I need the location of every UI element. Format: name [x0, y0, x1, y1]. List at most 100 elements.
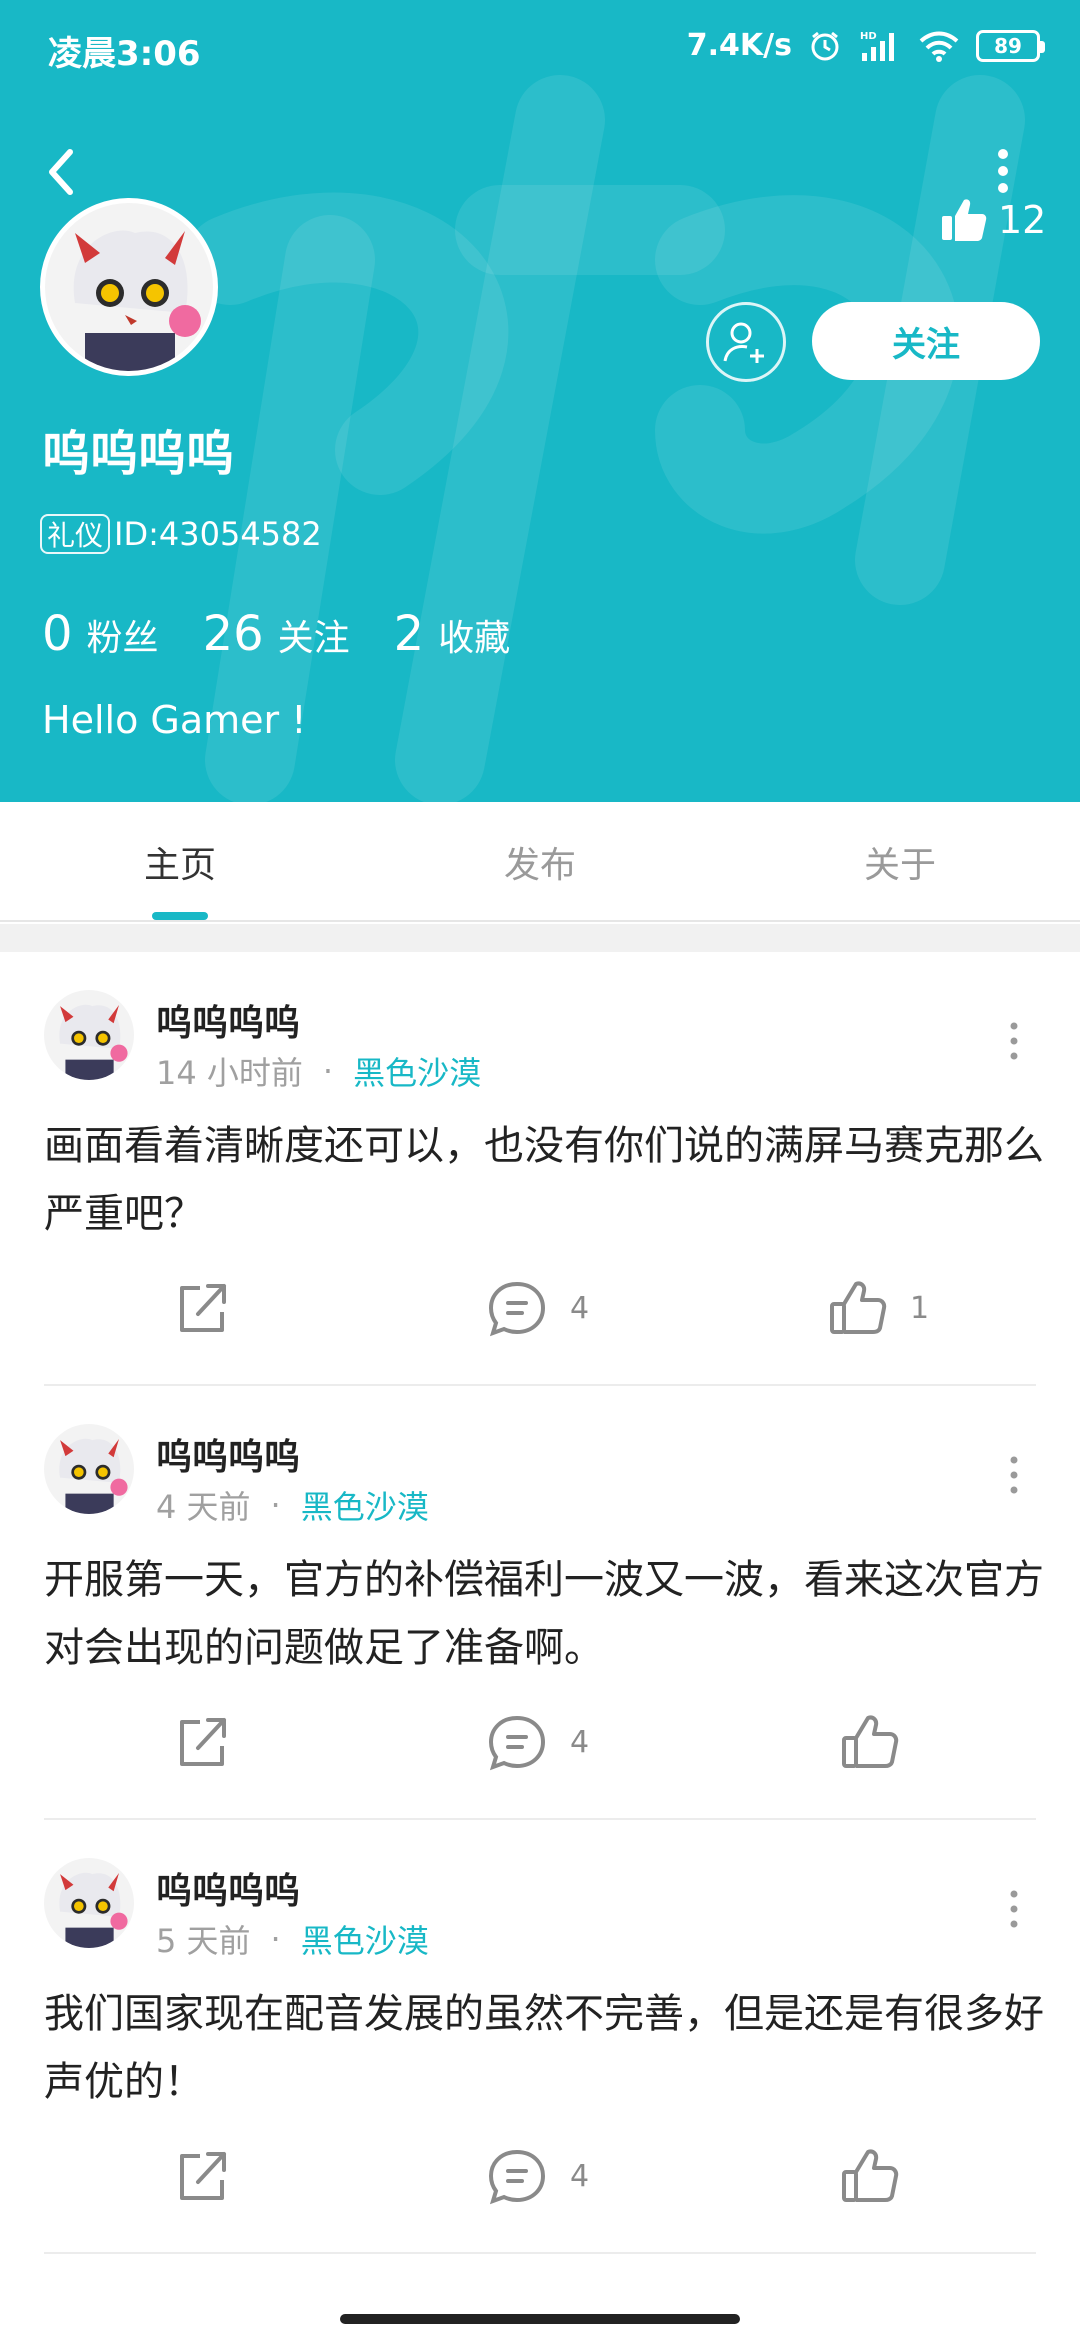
comment-icon — [488, 2149, 546, 2205]
post-meta: 4 天前 · 黑色沙漠 — [156, 1482, 429, 1528]
stat-favorites-number: 2 — [393, 606, 425, 662]
profile-id-row: 礼仪 ID:43054582 — [40, 514, 322, 554]
stat-fans-number: 0 — [42, 606, 73, 662]
tab-posts[interactable]: 发布 — [360, 802, 720, 922]
more-icon — [1010, 1022, 1018, 1060]
more-button[interactable] — [986, 146, 1020, 196]
more-icon — [998, 149, 1008, 193]
stat-following-label: 关注 — [277, 618, 350, 659]
add-friend-icon — [723, 322, 764, 363]
post-card[interactable]: 呜呜呜呜 5 天前 · 黑色沙漠 我们国家现在配音发展的虽然不完善，但是还是有很… — [0, 1820, 1080, 2254]
net-speed: 7.4K/s — [686, 28, 792, 63]
like-icon — [842, 1715, 899, 1768]
avatar[interactable] — [40, 198, 218, 376]
meta-separator: · — [322, 1052, 334, 1090]
comment-count: 4 — [570, 1724, 590, 1760]
profile-tabs: 主页 发布 关于 — [0, 802, 1080, 922]
alarm-icon — [808, 29, 842, 63]
stat-following[interactable]: 26 关注 — [203, 606, 350, 662]
post-text[interactable]: 画面看着清晰度还可以，也没有你们说的满屏马赛克那么严重吧？ — [44, 1112, 1044, 1248]
tab-home[interactable]: 主页 — [0, 802, 360, 922]
home-indicator[interactable] — [340, 2314, 740, 2324]
tab-indicator — [152, 912, 208, 920]
post-actions: 4 — [0, 2146, 1080, 2216]
meta-separator: · — [270, 1920, 281, 1958]
post-actions: 4 — [0, 1712, 1080, 1782]
user-tag-badge[interactable]: 礼仪 — [40, 514, 111, 554]
meta-separator: · — [270, 1486, 281, 1524]
like-button[interactable] — [840, 2146, 922, 2206]
status-bar: 凌晨3:06 7.4K/s HD 89 — [0, 0, 1080, 96]
comment-icon — [488, 1281, 546, 1337]
profile-username: 呜呜呜呜 — [42, 426, 235, 482]
back-button[interactable] — [36, 140, 88, 204]
more-icon — [1010, 1456, 1018, 1494]
post-more-button[interactable] — [1004, 1016, 1024, 1066]
signal-icon: HD — [858, 29, 902, 63]
post-time: 4 天前 — [156, 1488, 251, 1526]
user-id: ID:43054582 — [114, 515, 322, 553]
battery-icon: 89 — [976, 29, 1045, 62]
post-avatar[interactable] — [44, 990, 134, 1080]
share-button[interactable] — [172, 2146, 232, 2206]
section-gap — [0, 924, 1080, 952]
stat-fans[interactable]: 0 粉丝 — [42, 606, 159, 662]
like-button[interactable] — [840, 1712, 922, 1772]
thumbs-up-icon — [942, 199, 987, 241]
post-game-link[interactable]: 黑色沙漠 — [301, 1482, 429, 1528]
post-author[interactable]: 呜呜呜呜 — [156, 1862, 300, 1914]
profile-stats: 0 粉丝 26 关注 2 收藏 — [42, 606, 554, 662]
like-icon — [830, 1281, 887, 1334]
likes-count: 12 — [998, 198, 1047, 242]
add-friend-button[interactable] — [706, 302, 786, 382]
post-more-button[interactable] — [1004, 1450, 1024, 1500]
profile-likes[interactable]: 12 — [940, 196, 1046, 244]
post-author[interactable]: 呜呜呜呜 — [156, 1428, 300, 1480]
comment-icon — [488, 1715, 546, 1771]
comment-button[interactable]: 4 — [486, 1712, 589, 1772]
profile-header: 凌晨3:06 7.4K/s HD 89 12 关注 呜呜呜呜 礼仪 ID:430… — [0, 0, 1080, 802]
post-divider — [44, 2252, 1036, 2254]
comment-count: 4 — [570, 2158, 590, 2194]
post-text[interactable]: 开服第一天，官方的补偿福利一波又一波，看来这次官方对会出现的问题做足了准备啊。 — [44, 1546, 1044, 1682]
tab-about[interactable]: 关于 — [720, 802, 1080, 922]
comment-count: 4 — [570, 1290, 590, 1326]
avatar-image — [45, 203, 213, 371]
back-icon — [49, 149, 73, 195]
post-avatar-image — [44, 1424, 134, 1514]
stat-favorites[interactable]: 2 收藏 — [394, 606, 511, 662]
post-actions: 4 1 — [0, 1278, 1080, 1348]
status-time: 凌晨3:06 — [48, 34, 201, 74]
post-avatar[interactable] — [44, 1424, 134, 1514]
stat-fans-label: 粉丝 — [86, 618, 159, 659]
stat-following-number: 26 — [202, 606, 264, 662]
post-more-button[interactable] — [1004, 1884, 1024, 1934]
post-meta: 14 小时前 · 黑色沙漠 — [156, 1048, 481, 1094]
hd-label: HD — [860, 31, 877, 42]
follow-button[interactable]: 关注 — [812, 302, 1040, 380]
share-icon — [180, 2152, 226, 2200]
post-game-link[interactable]: 黑色沙漠 — [353, 1048, 481, 1094]
share-button[interactable] — [172, 1278, 232, 1338]
post-avatar-image — [44, 990, 134, 1080]
comment-button[interactable]: 4 — [486, 1278, 589, 1338]
post-text[interactable]: 我们国家现在配音发展的虽然不完善，但是还是有很多好声优的！ — [44, 1980, 1044, 2116]
post-author[interactable]: 呜呜呜呜 — [156, 994, 300, 1046]
comment-button[interactable]: 4 — [486, 2146, 589, 2206]
profile-bio: Hello Gamer ! — [42, 698, 307, 742]
stat-favorites-label: 收藏 — [438, 618, 511, 659]
post-game-link[interactable]: 黑色沙漠 — [301, 1916, 429, 1962]
wifi-icon — [918, 29, 960, 63]
battery-level: 89 — [994, 33, 1022, 58]
post-avatar[interactable] — [44, 1858, 134, 1948]
post-card[interactable]: 呜呜呜呜 4 天前 · 黑色沙漠 开服第一天，官方的补偿福利一波又一波，看来这次… — [0, 1386, 1080, 1820]
post-time: 5 天前 — [156, 1922, 251, 1960]
watermark-logo — [185, 75, 1025, 802]
like-button[interactable]: 1 — [828, 1278, 929, 1338]
post-card[interactable]: 呜呜呜呜 14 小时前 · 黑色沙漠 画面看着清晰度还可以，也没有你们说的满屏马… — [0, 952, 1080, 1386]
share-icon — [180, 1718, 226, 1766]
like-count: 1 — [910, 1290, 930, 1326]
like-icon — [842, 2149, 899, 2202]
share-button[interactable] — [172, 1712, 232, 1772]
post-time: 14 小时前 — [156, 1054, 303, 1092]
